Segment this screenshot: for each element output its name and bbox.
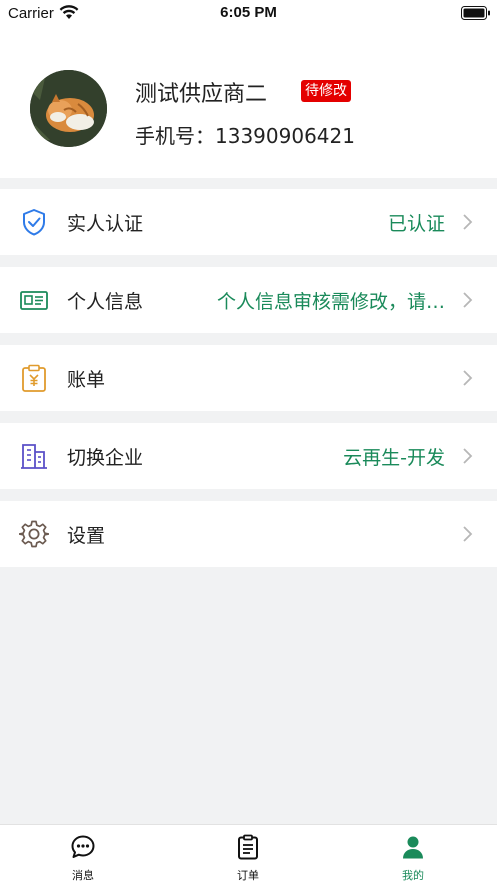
cat-photo	[30, 70, 107, 147]
profile-header: 测试供应商二 待修改 手机号：13390906421	[0, 26, 497, 178]
chevron-right-icon	[463, 214, 473, 230]
tab-label: 消息	[72, 869, 94, 882]
chevron-right-icon	[463, 370, 473, 386]
phone-row: 手机号：13390906421	[135, 120, 355, 149]
menu-item-label: 设置	[67, 525, 106, 547]
status-time: 6:05 PM	[220, 4, 277, 21]
status-badge: 待修改	[301, 80, 351, 102]
chevron-right-icon	[463, 526, 473, 542]
menu-item-switch-company[interactable]: 切换企业 云再生-开发	[0, 423, 497, 489]
tab-label: 订单	[237, 869, 259, 882]
id-card-icon	[20, 291, 48, 310]
phone-number: 13390906421	[215, 124, 355, 148]
menu-item-bills[interactable]: 账单	[0, 345, 497, 411]
current-company: 云再生-开发	[343, 447, 445, 469]
gear-icon	[19, 520, 49, 548]
phone-label: 手机号：	[135, 124, 215, 148]
clipboard-icon	[238, 834, 258, 860]
tab-messages[interactable]: 消息	[23, 825, 143, 883]
menu-item-personal-info[interactable]: 个人信息 个人信息审核需修改，请…	[0, 267, 497, 333]
building-icon	[21, 444, 47, 469]
verification-status: 已认证	[387, 213, 445, 235]
menu-item-label: 切换企业	[67, 447, 144, 469]
menu-item-identity-verification[interactable]: 实人认证 已认证	[0, 189, 497, 255]
tab-mine[interactable]: 我的	[353, 825, 473, 883]
tab-orders[interactable]: 订单	[188, 825, 308, 883]
menu-item-label: 实人认证	[67, 213, 144, 235]
chevron-right-icon	[463, 448, 473, 464]
personal-info-status: 个人信息审核需修改，请…	[216, 291, 445, 313]
profile-name: 测试供应商二	[135, 82, 268, 107]
person-icon	[403, 836, 423, 859]
menu-item-label: 个人信息	[67, 291, 144, 313]
chevron-right-icon	[463, 292, 473, 308]
bill-icon	[22, 364, 46, 392]
status-bar: Carrier 6:05 PM	[0, 0, 497, 26]
tab-bar: 消息 订单 我的	[0, 824, 497, 883]
menu-item-label: 账单	[67, 369, 106, 391]
battery-icon	[461, 6, 490, 20]
chat-bubble-icon	[71, 835, 95, 858]
tab-label: 我的	[402, 869, 424, 882]
avatar[interactable]	[30, 70, 107, 147]
shield-check-icon	[23, 209, 45, 236]
menu-item-settings[interactable]: 设置	[0, 501, 497, 567]
